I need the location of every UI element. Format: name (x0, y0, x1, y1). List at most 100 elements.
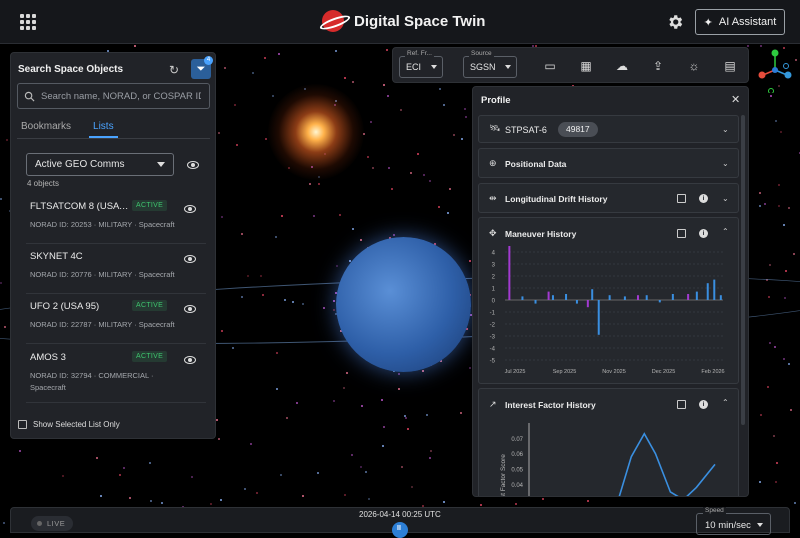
space-object-point (252, 72, 254, 75)
chevron-up-icon[interactable]: ⌃ (722, 398, 729, 407)
window-icon[interactable]: ▭ (543, 59, 557, 73)
sun (268, 84, 364, 180)
chevron-down-icon[interactable]: ⌄ (722, 125, 729, 134)
maneuver-bar (695, 291, 698, 300)
speed-select[interactable]: Speed 10 min/sec (696, 507, 771, 535)
source-label: Source (469, 50, 494, 57)
show-selected-toggle[interactable]: Show Selected List Only (18, 420, 120, 429)
space-object-point (351, 228, 354, 231)
satellite-card[interactable]: 🛰 STPSAT-6 49817 ⌄ (478, 115, 739, 143)
cloud-icon[interactable]: ☁ (615, 59, 629, 73)
chevron-up-icon[interactable]: ⌃ (722, 227, 729, 236)
grid-off-icon[interactable]: ▦ (579, 59, 593, 73)
list-item[interactable]: AMOS 3 ACTIVE NORAD ID: 32794 · COMMERCI… (26, 345, 206, 403)
gear-icon[interactable] (666, 13, 684, 31)
space-object-point (777, 183, 780, 186)
list-select[interactable]: Active GEO Comms (26, 153, 174, 176)
refresh-icon[interactable]: ↻ (169, 63, 179, 77)
space-object-point (302, 495, 305, 498)
space-object-point (234, 104, 237, 107)
y-tick-label: 0.07 (511, 437, 523, 443)
space-object-point (442, 500, 445, 503)
y-tick-label: 0.04 (511, 483, 523, 489)
eye-icon[interactable] (184, 305, 196, 313)
space-object-point (793, 252, 796, 255)
eye-icon[interactable] (184, 255, 196, 263)
space-object-point (774, 346, 777, 348)
list-item[interactable]: FLTSATCOM 8 (USA 4... ACTIVE NORAD ID: 2… (26, 194, 206, 244)
eye-icon[interactable] (187, 161, 199, 169)
open-external-icon[interactable] (677, 400, 686, 409)
drift-history-title: Longitudinal Drift History (505, 194, 608, 204)
space-object-point (371, 166, 374, 169)
space-object-point (417, 153, 420, 156)
earth-globe[interactable] (336, 237, 471, 372)
live-button[interactable]: LIVE (31, 516, 74, 531)
tab-lists[interactable]: Lists (89, 119, 118, 138)
space-object-point (443, 104, 446, 107)
list-item[interactable]: UFO 2 (USA 95) ACTIVE NORAD ID: 22787 · … (26, 294, 206, 344)
source-select[interactable]: Source SGSN (463, 50, 517, 78)
search-input[interactable] (41, 90, 201, 102)
space-object-point (406, 427, 409, 430)
close-icon[interactable]: ✕ (731, 93, 740, 106)
space-object-point (790, 408, 793, 411)
space-object-point (278, 52, 281, 55)
status-badge: ACTIVE (132, 351, 168, 362)
space-object-point (446, 211, 449, 214)
export-icon[interactable]: ⇪ (651, 59, 665, 73)
open-external-icon[interactable] (677, 229, 686, 238)
space-object-point (247, 274, 250, 277)
maneuver-bar (713, 279, 716, 300)
maneuver-bar (591, 289, 594, 300)
info-icon[interactable]: i (699, 229, 708, 238)
space-object-point (5, 138, 8, 141)
ref-frame-label: Ref. Fr... (405, 50, 434, 57)
satellite-icon: 🛰 (489, 123, 501, 133)
object-name: AMOS 3 (30, 352, 66, 363)
apps-grid-icon[interactable] (20, 14, 36, 30)
scrollbar[interactable] (741, 115, 745, 425)
info-icon[interactable]: i (699, 194, 708, 203)
eye-icon[interactable] (184, 205, 196, 213)
space-object-point (0, 282, 3, 285)
table-icon[interactable]: ▤ (723, 59, 737, 73)
sun-icon[interactable]: ☼ (687, 59, 701, 73)
chevron-down-icon[interactable]: ⌄ (722, 194, 729, 203)
search-box[interactable] (17, 83, 210, 109)
y-tick-label: -2 (490, 323, 496, 329)
drift-history-card[interactable]: ⇹ Longitudinal Drift History i ⌄ (478, 183, 739, 213)
axes-gizmo[interactable] (755, 48, 795, 93)
space-object-point (464, 108, 467, 111)
chevron-down-icon (757, 523, 763, 527)
space-object-point (453, 133, 456, 136)
space-object-point (280, 474, 283, 477)
y-tick-label: -1 (490, 311, 496, 317)
chevron-down-icon (505, 65, 511, 69)
maneuver-bar (719, 295, 722, 300)
space-object-point (281, 215, 284, 218)
space-object-point (332, 399, 335, 402)
list-count: 4 objects (27, 179, 60, 188)
checkbox[interactable] (18, 420, 27, 429)
pause-button[interactable] (392, 522, 408, 538)
space-object-point (479, 503, 482, 506)
chevron-down-icon[interactable]: ⌄ (722, 159, 729, 168)
drift-icon: ⇹ (489, 193, 497, 203)
space-object-point (397, 372, 400, 375)
space-object-point (772, 434, 775, 437)
search-panel: Search Space Objects ↻ ⏷ 4 Bookmarks Lis… (10, 52, 216, 439)
eye-icon[interactable] (184, 356, 196, 364)
positional-data-card[interactable]: ⊕ Positional Data ⌄ (478, 148, 739, 178)
open-external-icon[interactable] (677, 194, 686, 203)
info-icon[interactable]: i (699, 400, 708, 409)
list-item[interactable]: SKYNET 4C NORAD ID: 20776 · MILITARY · S… (26, 244, 206, 294)
space-object-point (359, 466, 362, 469)
ref-frame-select[interactable]: Ref. Fr... ECI (399, 50, 443, 78)
maneuver-chart: 4 3 2 1 0 -1 -2 -3 -4 -5 Jul 2025 Sep 2025 Nov 2025 D… (490, 246, 725, 375)
tab-bookmarks[interactable]: Bookmarks (17, 119, 75, 138)
space-object-point (421, 370, 424, 373)
ai-assistant-button[interactable]: ✦ AI Assistant (695, 9, 785, 35)
space-object-point (747, 45, 750, 48)
space-object-point (758, 205, 761, 208)
